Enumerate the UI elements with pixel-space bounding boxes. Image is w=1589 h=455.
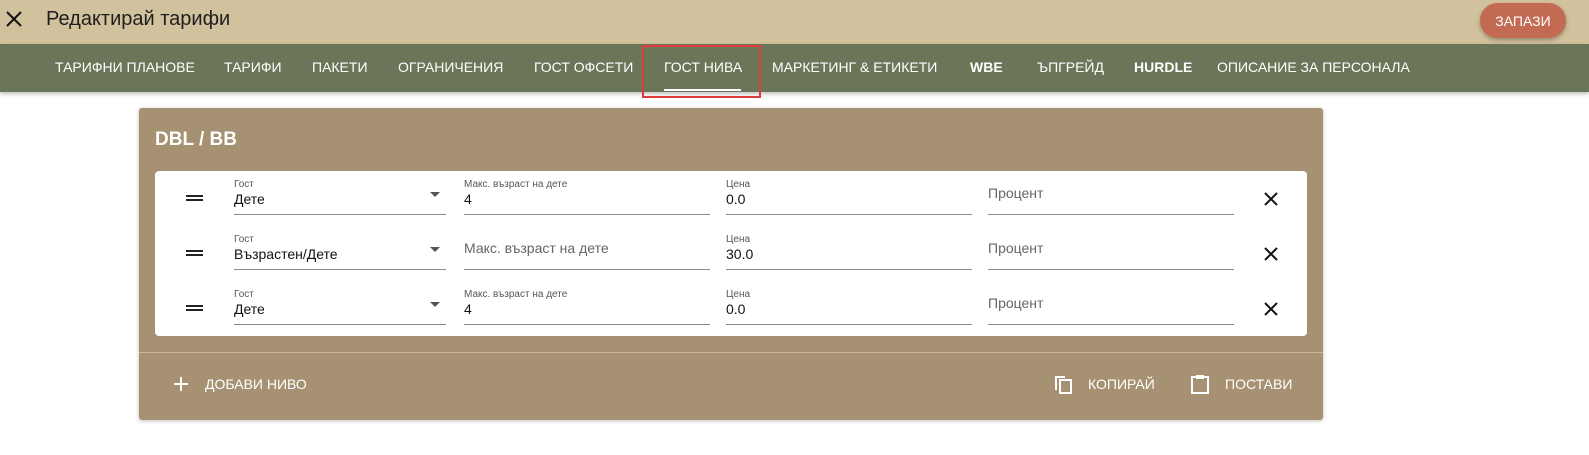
percent-input[interactable]: Процент <box>988 281 1234 325</box>
close-icon[interactable] <box>1263 191 1279 207</box>
guest-select[interactable]: Гост Възрастен/Дете <box>234 226 446 270</box>
tab-rates[interactable]: ТАРИФИ <box>224 44 282 92</box>
caret-down-icon <box>430 247 440 252</box>
divider <box>139 352 1323 353</box>
copy-label: КОПИРАЙ <box>1088 376 1155 392</box>
guest-select[interactable]: Гост Дете <box>234 171 446 215</box>
add-level-button[interactable]: ДОБАВИ НИВО <box>173 370 307 398</box>
field-placeholder: Процент <box>988 185 1044 201</box>
close-icon[interactable] <box>3 8 25 30</box>
drag-handle-icon[interactable] <box>186 194 203 202</box>
field-label: Макс. възраст на дете <box>464 179 568 190</box>
top-bar: Редактирай тарифи ЗАПАЗИ <box>0 0 1589 44</box>
field-placeholder: Процент <box>988 240 1044 256</box>
max-child-age-input[interactable]: Макс. възраст на дете 4 <box>464 171 710 215</box>
caret-down-icon <box>430 302 440 307</box>
field-value: 30.0 <box>726 246 754 262</box>
tab-wbe[interactable]: WBE <box>970 44 1003 92</box>
tab-hurdle[interactable]: HURDLE <box>1134 44 1192 92</box>
percent-input[interactable]: Процент <box>988 171 1234 215</box>
paste-label: ПОСТАВИ <box>1225 376 1293 392</box>
tab-marketing-tags[interactable]: МАРКЕТИНГ & ЕТИКЕТИ <box>772 44 937 92</box>
guest-select[interactable]: Гост Дете <box>234 281 446 325</box>
tab-rate-plans[interactable]: ТАРИФНИ ПЛАНОВЕ <box>55 44 195 92</box>
tab-staff-description[interactable]: ОПИСАНИЕ ЗА ПЕРСОНАЛА <box>1217 44 1410 92</box>
field-label: Гост <box>234 179 254 190</box>
field-placeholder: Процент <box>988 295 1044 311</box>
highlight-box <box>642 45 761 98</box>
tab-bar: ТАРИФНИ ПЛАНОВЕ ТАРИФИ ПАКЕТИ ОГРАНИЧЕНИ… <box>0 44 1589 92</box>
save-button[interactable]: ЗАПАЗИ <box>1480 3 1566 38</box>
field-value: 4 <box>464 191 472 207</box>
field-label: Макс. възраст на дете <box>464 289 568 300</box>
caret-down-icon <box>430 192 440 197</box>
plus-icon <box>174 377 188 391</box>
tab-guest-offsets[interactable]: ГОСТ ОФСЕТИ <box>534 44 633 92</box>
page-title: Редактирай тарифи <box>46 8 231 30</box>
levels-list: Гост Дете Макс. възраст на дете 4 Цена 0… <box>155 171 1307 336</box>
field-label: Гост <box>234 289 254 300</box>
field-label: Гост <box>234 234 254 245</box>
field-label: Цена <box>726 179 751 190</box>
paste-button[interactable]: ПОСТАВИ <box>1189 370 1292 398</box>
close-icon[interactable] <box>1263 301 1279 317</box>
max-child-age-input[interactable]: Макс. възраст на дете 4 <box>464 281 710 325</box>
copy-button[interactable]: КОПИРАЙ <box>1052 370 1155 398</box>
drag-handle-icon[interactable] <box>186 249 203 257</box>
tab-restrictions[interactable]: ОГРАНИЧЕНИЯ <box>398 44 503 92</box>
price-input[interactable]: Цена 30.0 <box>726 226 972 270</box>
copy-icon <box>1055 376 1072 394</box>
close-icon[interactable] <box>1263 246 1279 262</box>
price-input[interactable]: Цена 0.0 <box>726 281 972 325</box>
field-placeholder: Макс. възраст на дете <box>464 240 609 256</box>
field-value: 0.0 <box>726 301 746 317</box>
price-input[interactable]: Цена 0.0 <box>726 171 972 215</box>
field-label: Цена <box>726 234 751 245</box>
add-level-label: ДОБАВИ НИВО <box>205 376 307 392</box>
field-value: 4 <box>464 301 472 317</box>
field-value: Дете <box>234 191 265 207</box>
field-label: Цена <box>726 289 751 300</box>
clipboard-icon <box>1191 375 1209 394</box>
field-value: Възрастен/Дете <box>234 246 338 262</box>
field-value: 0.0 <box>726 191 746 207</box>
tab-upgrade[interactable]: ЪПГРЕЙД <box>1037 44 1104 92</box>
percent-input[interactable]: Процент <box>988 226 1234 270</box>
guest-levels-card: DBL / BB Гост Дете Макс. възраст на дете… <box>139 108 1323 420</box>
tab-packages[interactable]: ПАКЕТИ <box>312 44 368 92</box>
field-value: Дете <box>234 301 265 317</box>
card-title: DBL / BB <box>155 129 237 150</box>
drag-handle-icon[interactable] <box>186 304 203 312</box>
max-child-age-input[interactable]: Макс. възраст на дете <box>464 226 710 270</box>
